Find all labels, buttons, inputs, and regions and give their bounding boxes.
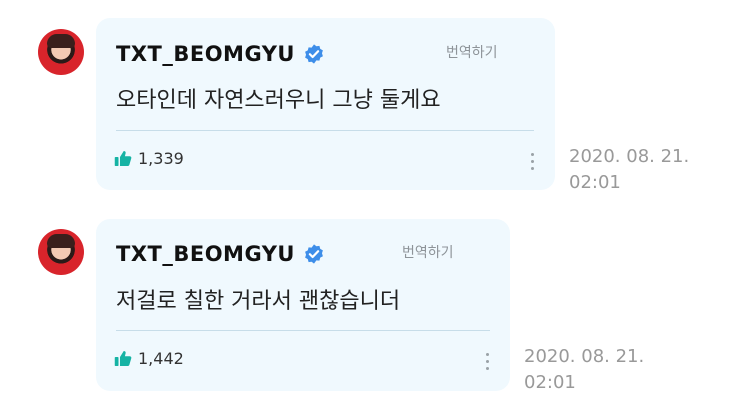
like-count: 1,339 xyxy=(138,149,184,168)
timestamp: 2020. 08. 21. 02:01 xyxy=(569,144,709,196)
verified-badge-icon xyxy=(305,244,323,264)
translate-button[interactable]: 번역하기 xyxy=(446,42,498,62)
comment-text: 오타인데 자연스러우니 그냥 둘게요 xyxy=(116,88,441,113)
comment-bubble: TXT_BEOMGYU 번역하기 저걸로 칠한 거라서 괜찮습니더 1,442 xyxy=(96,219,510,391)
timestamp: 2020. 08. 21. 02:01 xyxy=(524,344,664,396)
timestamp-date: 2020. 08. 21. xyxy=(524,346,645,367)
avatar[interactable] xyxy=(38,229,84,275)
like-button[interactable]: 1,442 xyxy=(114,349,184,368)
avatar[interactable] xyxy=(38,29,84,75)
translate-button[interactable]: 번역하기 xyxy=(402,242,454,262)
more-vert-icon[interactable] xyxy=(486,353,490,374)
username-label[interactable]: TXT_BEOMGYU xyxy=(116,42,295,66)
verified-badge-icon xyxy=(305,44,323,64)
username[interactable]: TXT_BEOMGYU xyxy=(116,242,325,266)
comment-bubble: TXT_BEOMGYU 번역하기 오타인데 자연스러우니 그냥 둘게요 1,33… xyxy=(96,18,555,190)
thumbs-up-icon xyxy=(114,151,132,166)
username[interactable]: TXT_BEOMGYU xyxy=(116,42,325,66)
like-button[interactable]: 1,339 xyxy=(114,149,184,168)
more-vert-icon[interactable] xyxy=(531,153,535,174)
divider xyxy=(116,130,534,131)
username-label[interactable]: TXT_BEOMGYU xyxy=(116,242,295,266)
timestamp-time: 02:01 xyxy=(524,372,576,393)
timestamp-time: 02:01 xyxy=(569,172,621,193)
timestamp-date: 2020. 08. 21. xyxy=(569,146,690,167)
like-count: 1,442 xyxy=(138,349,184,368)
thumbs-up-icon xyxy=(114,351,132,366)
divider xyxy=(116,330,490,331)
comment-text: 저걸로 칠한 거라서 괜찮습니더 xyxy=(116,289,401,314)
